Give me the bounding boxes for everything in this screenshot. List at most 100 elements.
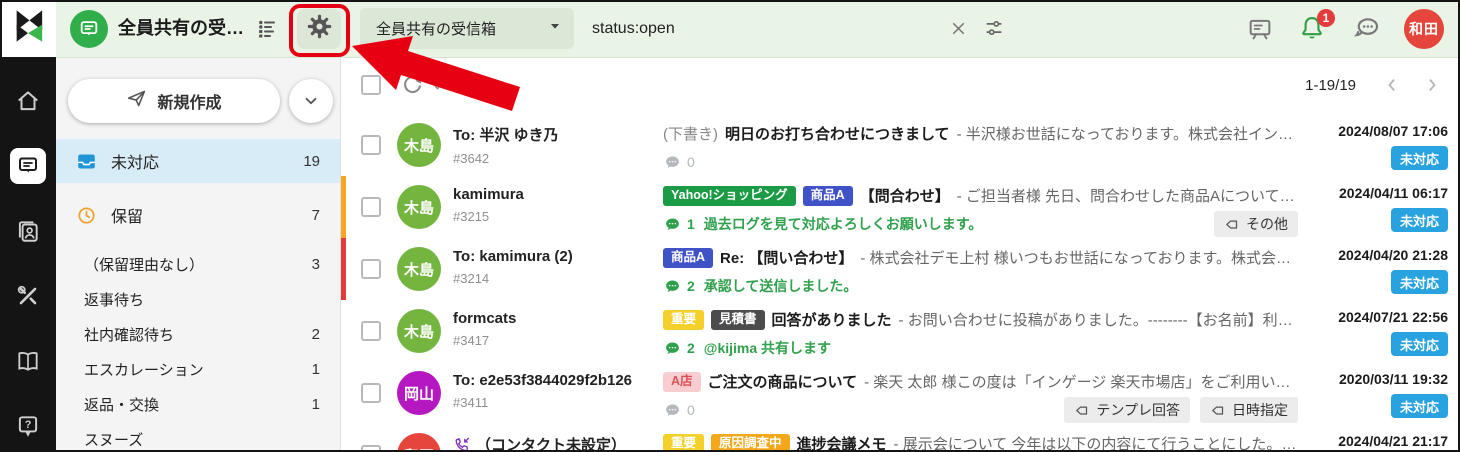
comment-note: 過去ログを見て対応よろしくお願いします。 bbox=[704, 214, 983, 234]
top-header: 全員共有の受… bbox=[56, 0, 1460, 58]
sidebar-item-label: 返品・交換 bbox=[84, 394, 159, 415]
inbox-blue-icon bbox=[76, 151, 98, 172]
refresh-icon[interactable] bbox=[400, 73, 425, 103]
phone-incoming-icon bbox=[453, 436, 471, 452]
sidebar-item-label: 未対応 bbox=[111, 149, 159, 173]
sidebar: 新規作成 未対応 19 保留 7 （保留理由なし） 3 返事待ち 社内確認 bbox=[56, 57, 341, 452]
tools-icon[interactable] bbox=[10, 278, 46, 314]
avatar: 木島 bbox=[397, 247, 441, 291]
sidebar-item-hold[interactable]: 保留 7 bbox=[56, 193, 340, 237]
ticket-row[interactable]: 木島 To: 半沢 ゆき乃 #3642 (下書き) 明日のお打ち合わせにつきまし… bbox=[341, 114, 1460, 177]
ticket-number: #3214 bbox=[453, 271, 655, 286]
subject: ご注文の商品について bbox=[708, 371, 858, 392]
tag-chip[interactable]: その他 bbox=[1214, 211, 1298, 237]
row-checkbox[interactable] bbox=[361, 259, 381, 279]
ticket-number: #3215 bbox=[453, 209, 655, 224]
preview-text: - お問い合わせに投稿がありました。--------【お名前】利礼 翔【メールア… bbox=[899, 309, 1298, 330]
next-page-icon[interactable] bbox=[1422, 75, 1442, 100]
label-badge: 見積書 bbox=[711, 310, 765, 330]
sidebar-item-untreated[interactable]: 未対応 19 bbox=[56, 139, 340, 183]
clock-icon bbox=[76, 205, 98, 226]
sidebar-item-count: 1 bbox=[312, 396, 320, 413]
inbox-settings-button[interactable] bbox=[297, 9, 341, 49]
tickets-icon[interactable] bbox=[10, 148, 46, 184]
row-checkbox[interactable] bbox=[361, 197, 381, 217]
filter-sliders-icon[interactable] bbox=[983, 17, 1005, 44]
sidebar-item-count: 1 bbox=[312, 361, 320, 378]
row-checkbox[interactable] bbox=[361, 321, 381, 341]
label-badge: 原因調査中 bbox=[711, 434, 790, 452]
compose-button[interactable]: 新規作成 bbox=[68, 79, 280, 123]
pagination-label: 1-19/19 bbox=[1305, 57, 1356, 114]
received-date: 2024/08/07 17:06 bbox=[1298, 123, 1448, 139]
comment-count: 2 bbox=[663, 340, 695, 357]
inbox-title: 全員共有の受… bbox=[118, 0, 244, 57]
sidebar-item-awaiting-reply[interactable]: 返事待ち bbox=[56, 282, 340, 317]
chevron-down-icon[interactable] bbox=[431, 80, 444, 98]
chat-bubbles-icon[interactable] bbox=[1348, 11, 1384, 47]
app-logo[interactable] bbox=[0, 0, 56, 57]
avatar: 岡山 bbox=[397, 371, 441, 415]
preview-text: - ご担当者様 先日、問合わせした商品Aについての資料ですが、送… bbox=[957, 185, 1298, 206]
notifications-button[interactable]: 1 bbox=[1298, 14, 1328, 44]
ticket-number: #3642 bbox=[453, 151, 655, 166]
chevron-down-icon[interactable] bbox=[496, 80, 509, 98]
sender-name: To: kamimura (2) bbox=[453, 248, 655, 265]
subject: 進捗会議メモ bbox=[797, 433, 887, 452]
compose-dropdown-button[interactable] bbox=[289, 79, 333, 123]
sidebar-item-internal-check[interactable]: 社内確認待ち 2 bbox=[56, 317, 340, 352]
contacts-icon[interactable] bbox=[10, 213, 46, 249]
user-avatar[interactable]: 和田 bbox=[1404, 9, 1444, 49]
sidebar-item-snooze[interactable]: スヌーズ bbox=[56, 422, 340, 452]
list-display-icon[interactable] bbox=[463, 74, 487, 103]
comment-count: 2 bbox=[663, 278, 695, 295]
sidebar-item-no-reason[interactable]: （保留理由なし） 3 bbox=[56, 247, 340, 282]
announcement-icon[interactable] bbox=[1242, 11, 1278, 47]
sidebar-item-label: （保留理由なし） bbox=[84, 254, 204, 275]
preview-text: - 展示会について 今年は以下の内容にて行うことにした。 *ー*ー*ー*ー*ー*… bbox=[894, 433, 1298, 452]
tag-chip[interactable]: 日時指定 bbox=[1200, 397, 1298, 423]
svg-text:?: ? bbox=[25, 419, 32, 431]
clear-search-icon[interactable] bbox=[949, 19, 968, 43]
search-input[interactable]: status:open bbox=[592, 0, 675, 57]
sidebar-item-escalation[interactable]: エスカレーション 1 bbox=[56, 352, 340, 387]
ticket-row[interactable]: 岡山 To: e2e53f3844029f2b126 #3411 A店 ご注文の… bbox=[341, 362, 1460, 425]
label-badge: 商品A bbox=[803, 186, 853, 206]
select-all-checkbox[interactable] bbox=[361, 75, 381, 95]
manual-book-icon[interactable] bbox=[10, 343, 46, 379]
row-color-bar bbox=[341, 176, 346, 238]
ticket-row[interactable]: 木島 To: kamimura (2) #3214 商品A Re: 【問い合わせ… bbox=[341, 238, 1460, 301]
status-badge: 未対応 bbox=[1391, 394, 1448, 418]
sender-name: To: 半沢 ゆき乃 bbox=[453, 124, 655, 145]
search-scope-dropdown[interactable]: 全員共有の受信箱 bbox=[360, 8, 574, 49]
row-checkbox[interactable] bbox=[361, 383, 381, 403]
help-icon[interactable]: ? bbox=[10, 408, 46, 444]
ticket-sort-icon[interactable] bbox=[253, 15, 283, 43]
ticket-row[interactable]: 木島 kamimura #3215 Yahoo!ショッピング 商品A 【問合わせ… bbox=[341, 176, 1460, 239]
comment-icon bbox=[663, 402, 682, 419]
row-checkbox[interactable] bbox=[361, 135, 381, 155]
notification-badge: 1 bbox=[1317, 9, 1335, 27]
tag-chip[interactable]: テンプレ回答 bbox=[1064, 397, 1190, 423]
sidebar-item-label: エスカレーション bbox=[84, 359, 204, 380]
comment-note: 承認して送信しました。 bbox=[704, 276, 858, 296]
row-color-bar bbox=[341, 238, 346, 300]
avatar: 木島 bbox=[397, 185, 441, 229]
comment-icon bbox=[663, 278, 682, 295]
comment-note: @kijima 共有します bbox=[704, 338, 831, 358]
avatar: 木島 bbox=[397, 123, 441, 167]
prev-page-icon[interactable] bbox=[1382, 75, 1402, 100]
sender-name: To: e2e53f3844029f2b126 bbox=[453, 372, 655, 389]
ticket-row[interactable]: 木島 formcats #3417 重要 見積書 回答がありました - お問い合… bbox=[341, 300, 1460, 363]
comment-count: 1 bbox=[663, 216, 695, 233]
subject: 【問合わせ】 bbox=[860, 185, 950, 206]
shared-inbox-icon[interactable] bbox=[70, 10, 108, 48]
home-icon[interactable] bbox=[10, 83, 46, 119]
comment-icon bbox=[663, 216, 682, 233]
sidebar-item-returns[interactable]: 返品・交換 1 bbox=[56, 387, 340, 422]
row-checkbox[interactable] bbox=[361, 445, 381, 452]
sidebar-item-count: 19 bbox=[303, 153, 320, 170]
ticket-row[interactable]: 和田 （コンタクト未設定） 重要 原因調査中 進捗会議メモ - 展示会について … bbox=[341, 424, 1460, 452]
preview-text: - 楽天 太郎 様この度は「インゲージ 楽天市場店」をご利用いただき誠にありがと… bbox=[864, 371, 1298, 392]
avatar: 和田 bbox=[397, 433, 441, 452]
